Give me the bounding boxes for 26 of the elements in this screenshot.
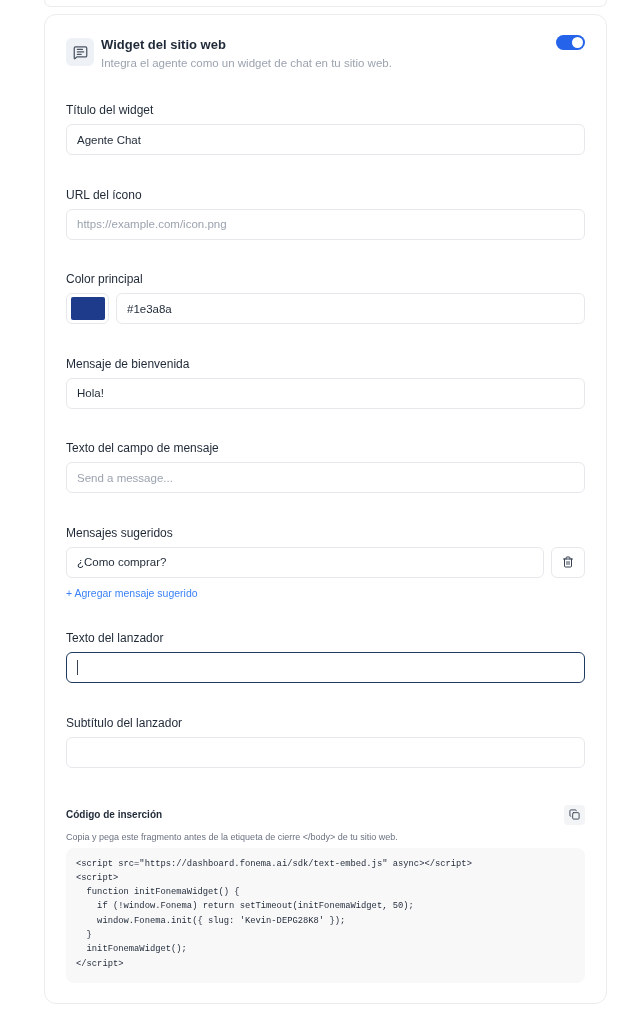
copy-button[interactable] — [564, 804, 585, 825]
field-label: Título del widget — [66, 102, 155, 118]
text-field[interactable]: Agente Chat — [66, 124, 585, 155]
delete-button[interactable] — [551, 546, 585, 578]
field-label: Subtítulo del lanzador — [66, 714, 184, 731]
embed-description: Copia y pega este fragmento antes de la etiqueta de cierre </body> de tu sitio web. — [66, 830, 399, 843]
field-label: URL del ícono — [66, 186, 143, 203]
trash-icon — [562, 556, 574, 568]
embed-title: Código de inserción — [66, 808, 163, 822]
text-field[interactable]: #1e3a8a — [116, 293, 585, 324]
field-label: Texto del campo de mensaje — [66, 440, 220, 456]
text-field[interactable]: ¿Como comprar? — [66, 546, 544, 578]
field-label: Color principal — [66, 271, 144, 287]
field-label: Texto del lanzador — [66, 630, 165, 646]
text-field[interactable]: Hola! — [66, 377, 585, 409]
toggle-switch[interactable] — [556, 35, 585, 50]
text-cursor-icon — [77, 660, 78, 675]
field-label: Mensajes sugeridos — [66, 524, 174, 541]
section-description: Integra el agente como un widget de chat en tu sitio web. — [101, 56, 392, 71]
add-suggestion-link[interactable]: + Agregar mensaje sugerido — [66, 586, 198, 599]
copy-icon — [569, 809, 580, 820]
section-title: Widget del sitio web — [101, 37, 227, 53]
field-label: Mensaje de bienvenida — [66, 355, 191, 372]
embed-code-block: <script src="https://dashboard.fonema.ai/sdk/text-embed.js" async></script> <script> function initFonemaWidget() { if (!window.Fonema) return setTimeout(initFonemaWidget, 50); window.Fonema.init({ slug: 'Kevin-DEPG28K8' }); } initFonemaWidget(); </script> — [66, 847, 585, 983]
text-field[interactable] — [66, 652, 585, 683]
chat-icon — [66, 38, 94, 66]
